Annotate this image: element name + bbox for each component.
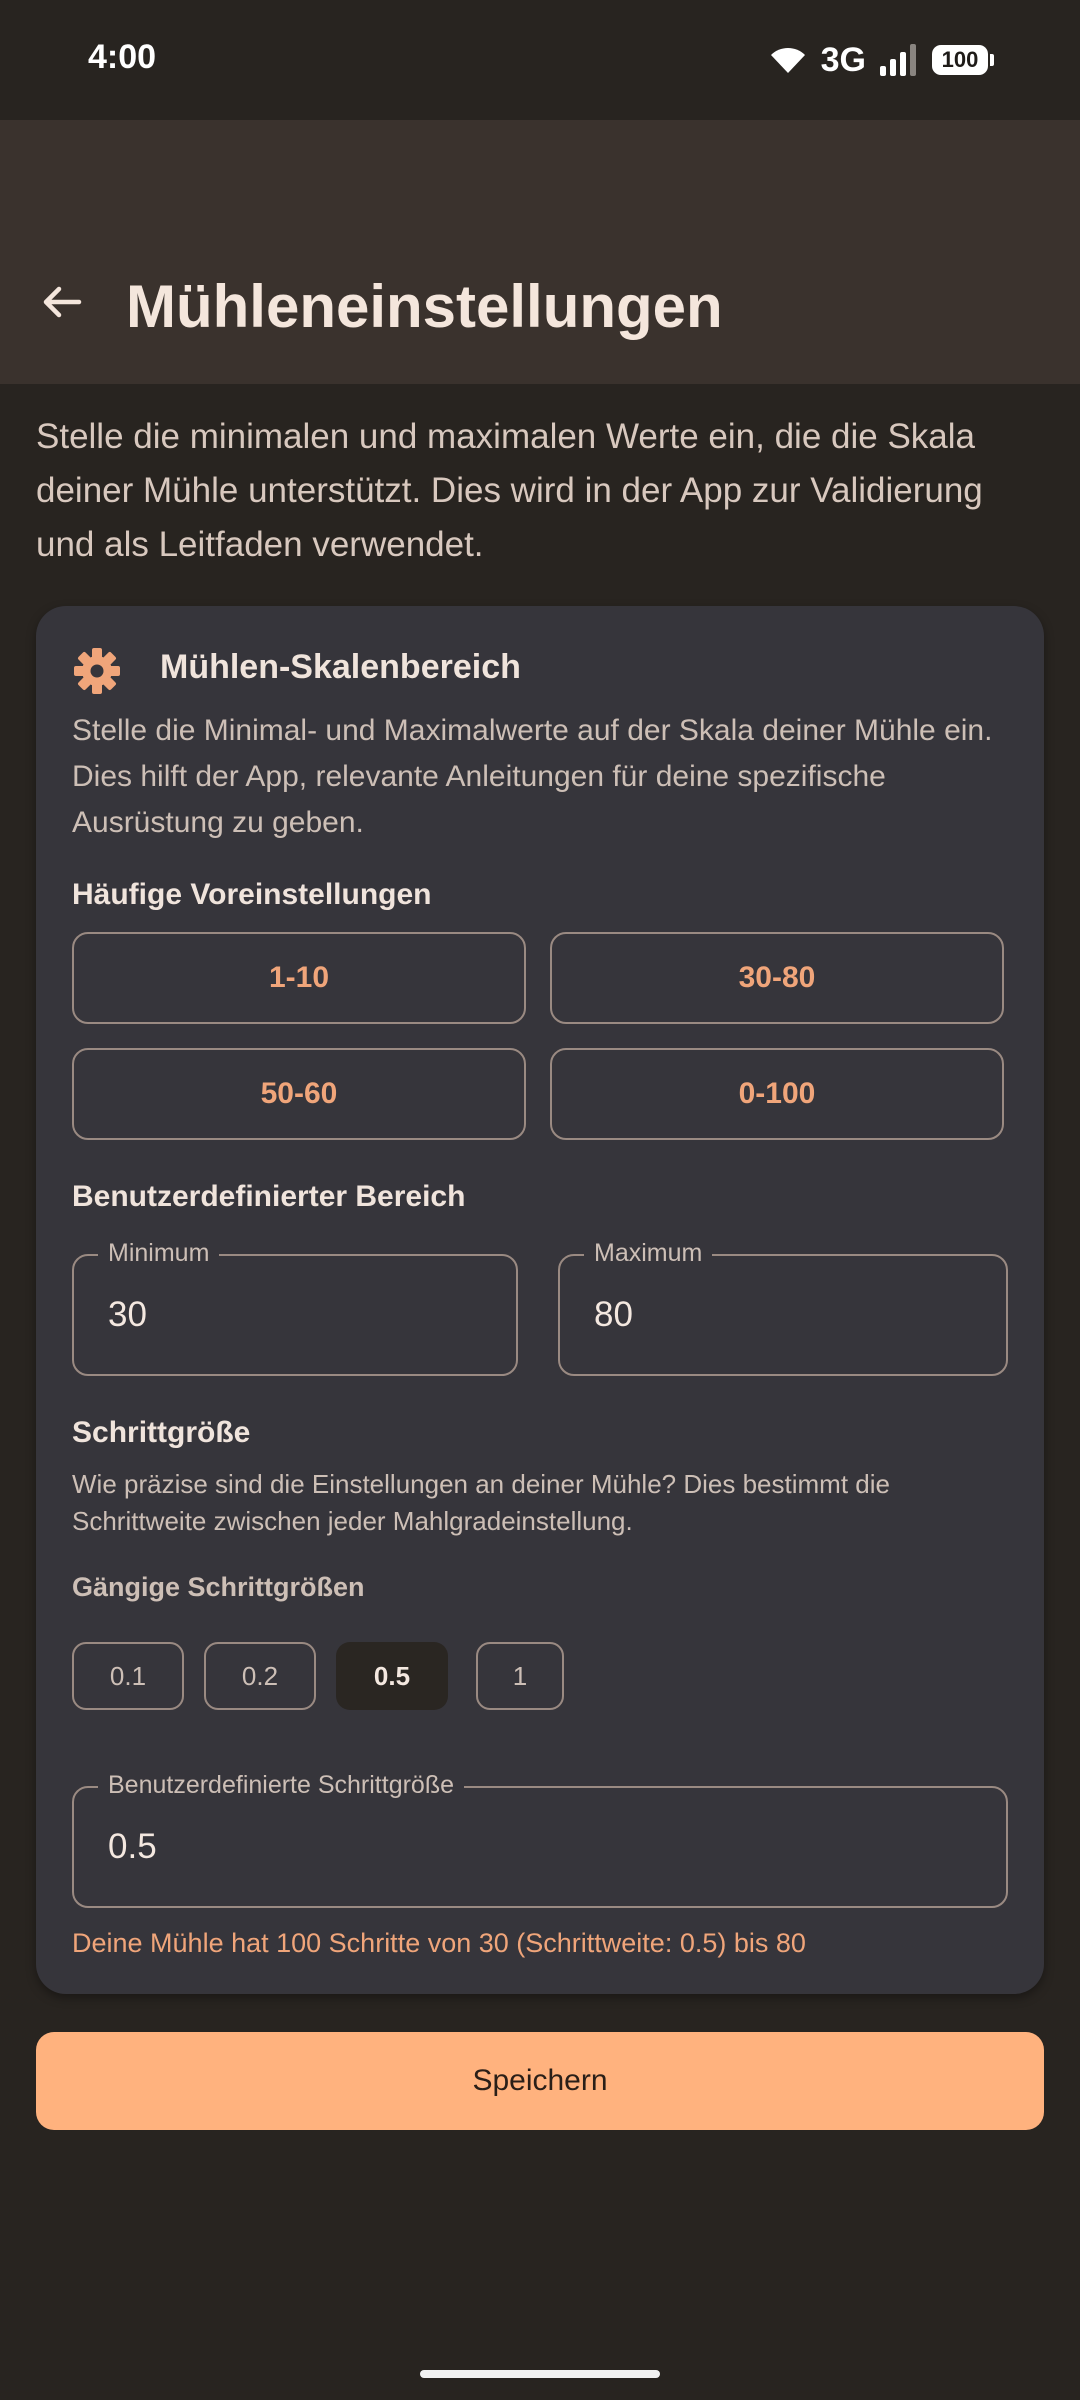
status-bar: 4:00 3G 100 (0, 0, 1080, 120)
step-size-label: Schrittgröße (72, 1416, 251, 1449)
step-chip-selected[interactable]: 0.5 (336, 1642, 448, 1710)
status-time: 4:00 (88, 38, 157, 76)
arrow-left-icon (43, 286, 82, 318)
save-button[interactable]: Speichern (36, 2032, 1044, 2130)
grinder-range-card: Mühlen-Skalenbereich Stelle die Minimal-… (36, 606, 1044, 1994)
preset-button[interactable]: 0-100 (550, 1048, 1004, 1140)
gear-icon (74, 648, 120, 694)
presets-label: Häufige Voreinstellungen (72, 878, 432, 911)
custom-step-value: 0.5 (108, 1827, 157, 1866)
wifi-icon (770, 47, 805, 73)
custom-range-label: Benutzerdefinierter Bereich (72, 1180, 466, 1213)
app-bar (0, 120, 1080, 384)
preset-button[interactable]: 30-80 (550, 932, 1004, 1024)
step-size-description: Wie präzise sind die Einstellungen an de… (72, 1469, 890, 1536)
card-header (72, 646, 122, 696)
battery-level: 100 (932, 45, 988, 75)
card-description: Stelle die Minimal- und Maximalwerte auf… (72, 714, 993, 839)
card-title: Mühlen-Skalenbereich (160, 648, 521, 686)
battery-tip (990, 54, 994, 66)
minimum-value: 30 (108, 1295, 147, 1334)
maximum-value: 80 (594, 1295, 633, 1334)
preset-button[interactable]: 1-10 (72, 932, 526, 1024)
step-chip[interactable]: 0.2 (204, 1642, 316, 1710)
minimum-field[interactable]: Minimum 30 (72, 1238, 518, 1376)
page-title: Mühleneinstellungen (126, 273, 723, 340)
step-chip[interactable]: 1 (476, 1642, 564, 1710)
network-type: 3G (820, 40, 866, 79)
common-steps-label: Gängige Schrittgrößen (72, 1572, 365, 1602)
intro-text: Stelle die minimalen und maximalen Werte… (36, 417, 983, 564)
step-chip[interactable]: 0.1 (72, 1642, 184, 1710)
back-button[interactable] (30, 270, 94, 334)
maximum-field[interactable]: Maximum 80 (558, 1238, 1008, 1376)
signal-icon (880, 44, 916, 76)
custom-step-field[interactable]: Benutzerdefinierte Schrittgröße 0.5 (72, 1770, 1008, 1908)
range-summary: Deine Mühle hat 100 Schritte von 30 (Sch… (72, 1928, 806, 1958)
home-indicator[interactable] (420, 2370, 660, 2378)
preset-button[interactable]: 50-60 (72, 1048, 526, 1140)
status-icons: 3G 100 (769, 38, 994, 82)
battery-icon: 100 (932, 45, 994, 75)
